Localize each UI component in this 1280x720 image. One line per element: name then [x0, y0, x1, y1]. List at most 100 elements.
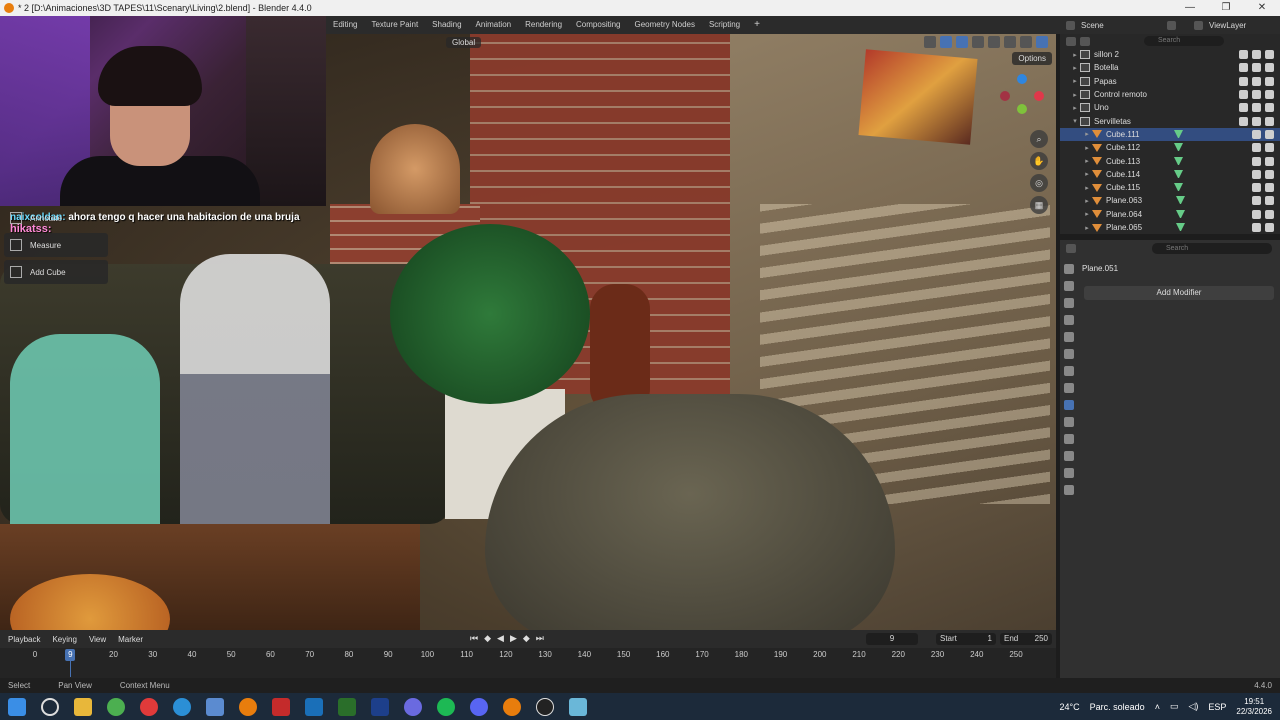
- timeline-menu-marker[interactable]: Marker: [118, 635, 143, 644]
- expand-arrow-icon[interactable]: ▸: [1082, 197, 1092, 205]
- obs-icon[interactable]: [535, 697, 554, 716]
- rendered-shading-icon[interactable]: [1036, 36, 1048, 48]
- expand-arrow-icon[interactable]: ▸: [1082, 184, 1092, 192]
- mesh-data-icon[interactable]: [1176, 196, 1186, 205]
- data-tab-icon[interactable]: [1064, 468, 1074, 478]
- exclude-checkbox-icon[interactable]: [1239, 116, 1248, 126]
- expand-arrow-icon[interactable]: ▸: [1082, 210, 1092, 218]
- display-mode-icon[interactable]: [1080, 36, 1090, 46]
- outliner-row-label[interactable]: Servilletas: [1094, 117, 1131, 126]
- expand-arrow-open-icon[interactable]: ▾: [1070, 117, 1080, 125]
- zoom-icon[interactable]: ⌕: [1030, 130, 1048, 148]
- expand-arrow-icon[interactable]: ▸: [1082, 130, 1092, 138]
- mesh-data-icon[interactable]: [1176, 209, 1186, 219]
- outliner-row-label[interactable]: Uno: [1094, 103, 1109, 112]
- eye-icon[interactable]: [1252, 223, 1261, 232]
- camera-render-icon[interactable]: [1265, 50, 1274, 60]
- clock[interactable]: 19:51 22/3/2026: [1236, 697, 1272, 717]
- overlay-toggle-icon[interactable]: [956, 36, 968, 48]
- photos-icon[interactable]: [304, 697, 323, 716]
- tab-workspace[interactable]: Animation: [469, 16, 519, 34]
- camera-view-icon[interactable]: ◎: [1030, 174, 1048, 192]
- weather-text[interactable]: Parc. soleado: [1090, 702, 1145, 712]
- edge-icon[interactable]: [172, 697, 191, 716]
- tool-tab-icon[interactable]: [1064, 264, 1074, 274]
- outliner-object-row[interactable]: ▸ Plane.065: [1060, 221, 1280, 234]
- properties-editor-icon[interactable]: [1066, 243, 1076, 253]
- material-tab-icon[interactable]: [1064, 485, 1074, 495]
- start-frame-field[interactable]: Start 1: [936, 633, 996, 645]
- mesh-data-icon[interactable]: [1173, 129, 1183, 139]
- timeline-menu-playback[interactable]: Playback: [8, 635, 40, 644]
- output-tab-icon[interactable]: [1064, 298, 1074, 308]
- weather-temp[interactable]: 24°C: [1060, 702, 1080, 712]
- camera-render-icon[interactable]: [1265, 156, 1274, 166]
- expand-arrow-icon[interactable]: ▸: [1070, 64, 1080, 72]
- voicemeeter-icon[interactable]: [271, 697, 290, 716]
- camera-render-icon[interactable]: [1265, 90, 1274, 100]
- visibility-icon[interactable]: [924, 36, 936, 48]
- options-dropdown[interactable]: Options: [1012, 52, 1052, 65]
- expand-arrow-icon[interactable]: ▸: [1082, 157, 1092, 165]
- add-modifier-button[interactable]: Add Modifier: [1084, 286, 1274, 300]
- outliner-row-label[interactable]: Plane.063: [1106, 196, 1142, 205]
- navigation-gizmo[interactable]: [1000, 74, 1044, 118]
- outliner-row-label[interactable]: Cube.113: [1106, 157, 1140, 166]
- file-explorer-icon[interactable]: [73, 697, 92, 716]
- outliner-row-label[interactable]: Cube.112: [1106, 143, 1140, 152]
- end-frame-field[interactable]: End 250: [1000, 633, 1052, 645]
- grid-perspective-icon[interactable]: ▦: [1030, 196, 1048, 214]
- camera-render-icon[interactable]: [1265, 223, 1274, 232]
- collection-tab-icon[interactable]: [1064, 366, 1074, 376]
- camera-render-icon[interactable]: [1265, 76, 1274, 86]
- eye-icon[interactable]: [1252, 129, 1261, 139]
- timeline-menu-keying[interactable]: Keying: [52, 635, 76, 644]
- camera-render-icon[interactable]: [1265, 183, 1274, 193]
- scene-tab-icon[interactable]: [1064, 332, 1074, 342]
- exclude-checkbox-icon[interactable]: [1239, 76, 1248, 86]
- eye-icon[interactable]: [1252, 76, 1261, 86]
- outliner-search-input[interactable]: Search: [1144, 36, 1224, 46]
- physics-tab-icon[interactable]: [1064, 434, 1074, 444]
- eye-icon[interactable]: [1252, 169, 1261, 179]
- axis-z-icon[interactable]: [1017, 74, 1027, 84]
- search-icon[interactable]: [40, 697, 59, 716]
- tool-add-cube[interactable]: Add Cube: [4, 260, 108, 284]
- eye-icon[interactable]: [1252, 143, 1261, 153]
- eye-icon[interactable]: [1252, 183, 1261, 193]
- gizmo-toggle-icon[interactable]: [940, 36, 952, 48]
- maximize-button[interactable]: ❐: [1208, 0, 1244, 16]
- axis-neg-x-icon[interactable]: [1000, 91, 1010, 101]
- tray-overflow-icon[interactable]: ˄: [1155, 702, 1160, 712]
- jump-start-icon[interactable]: ⏮: [470, 633, 478, 644]
- object-tab-icon[interactable]: [1064, 383, 1074, 393]
- app2-icon[interactable]: [403, 697, 422, 716]
- discord-icon[interactable]: [469, 697, 488, 716]
- outliner-editor-icon[interactable]: [1066, 36, 1076, 46]
- eye-icon[interactable]: [1252, 90, 1261, 100]
- outliner-collection-row[interactable]: ▸ Control remoto: [1060, 88, 1280, 101]
- language-indicator[interactable]: ESP: [1208, 702, 1226, 712]
- minimize-button[interactable]: —: [1172, 0, 1208, 16]
- tool-annotate[interactable]: Annotate: [4, 206, 108, 230]
- eye-icon[interactable]: [1252, 196, 1261, 206]
- timeline-ruler[interactable]: 250 240 230 220 210 200 190 180 170 160 150 140 130 1…: [0, 648, 1056, 678]
- current-frame-field[interactable]: 9: [866, 633, 918, 645]
- modifier-tab-icon[interactable]: [1064, 400, 1074, 410]
- add-workspace-button[interactable]: +: [747, 16, 767, 34]
- exclude-checkbox-icon[interactable]: [1239, 90, 1248, 100]
- outliner-row-label[interactable]: Papas: [1094, 77, 1117, 86]
- new-scene-icon[interactable]: [1167, 20, 1176, 30]
- camera-render-icon[interactable]: [1265, 63, 1274, 73]
- constraints-tab-icon[interactable]: [1064, 451, 1074, 461]
- outliner-collection-row[interactable]: ▸ Papas: [1060, 75, 1280, 88]
- eye-icon[interactable]: [1252, 63, 1261, 73]
- outliner-row-label[interactable]: Plane.065: [1106, 223, 1142, 232]
- solid-shading-icon[interactable]: [1004, 36, 1016, 48]
- tool-measure[interactable]: Measure: [4, 233, 108, 257]
- transform-orientation-dropdown[interactable]: Global: [446, 36, 482, 48]
- scene-name[interactable]: Scene: [1081, 21, 1141, 30]
- outliner-object-row[interactable]: ▸ Cube.115: [1060, 181, 1280, 194]
- play-reverse-icon[interactable]: ◀: [497, 633, 504, 644]
- exclude-checkbox-icon[interactable]: [1239, 50, 1248, 60]
